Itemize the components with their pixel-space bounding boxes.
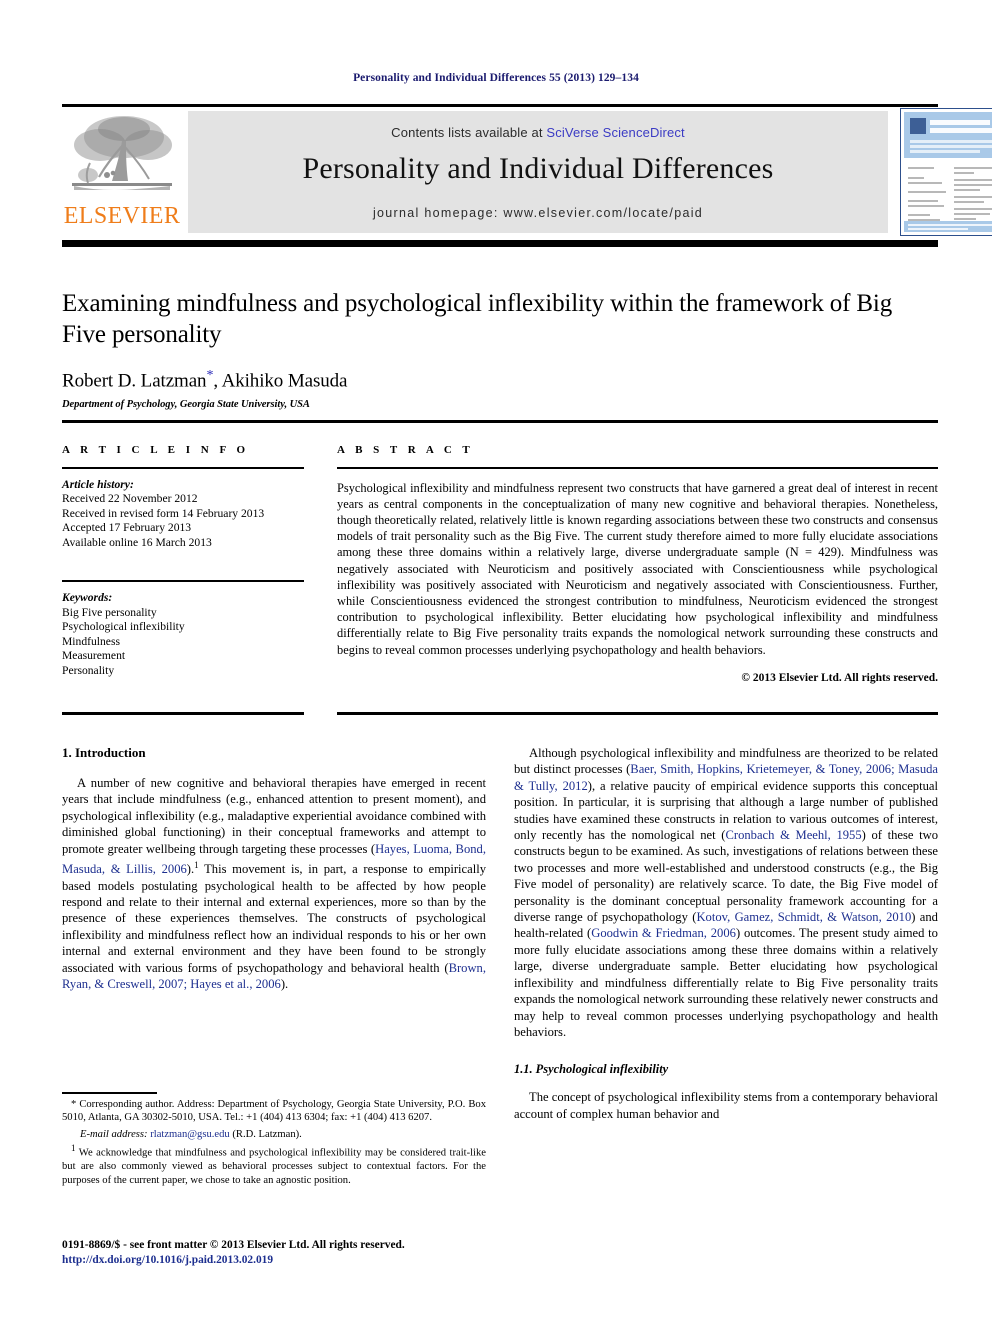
running-head: Personality and Individual Differences 5…	[353, 72, 639, 84]
footnote-1-text: We acknowledge that mindfulness and psyc…	[62, 1147, 486, 1186]
contents-available-line: Contents lists available at SciVerse Sci…	[188, 125, 888, 140]
section-heading-psychological-inflexibility: 1.1. Psychological inflexibility	[514, 1062, 669, 1077]
masthead-bottom-rule	[62, 240, 938, 247]
footnote-separator-rule	[62, 1092, 157, 1094]
citation-cronbach-1955[interactable]: Cronbach & Meehl, 1955	[725, 828, 861, 842]
history-item: Received in revised form 14 February 201…	[62, 506, 265, 520]
body-column-left: 1. Introduction A number of new cognitiv…	[62, 745, 486, 992]
article-history: Article history: Received 22 November 20…	[62, 478, 304, 551]
intro-paragraph-1: A number of new cognitive and behavioral…	[62, 775, 486, 992]
para1-text-d: ).	[280, 977, 289, 992]
corresponding-author-footnote: * Corresponding author. Address: Departm…	[62, 1098, 486, 1125]
cover-header-band	[904, 112, 992, 158]
intro-paragraph-2: Although psychological inflexibility and…	[514, 745, 938, 1040]
footnotes-block: * Corresponding author. Address: Departm…	[62, 1098, 486, 1187]
keyword-item: Personality	[62, 663, 115, 677]
journal-homepage-line[interactable]: journal homepage: www.elsevier.com/locat…	[188, 206, 888, 220]
keywords-rule	[62, 580, 304, 582]
sciencedirect-link[interactable]: SciVerse ScienceDirect	[546, 125, 684, 140]
history-item: Accepted 17 February 2013	[62, 521, 192, 535]
elsevier-logo: ELSEVIER	[62, 111, 182, 233]
journal-title: Personality and Individual Differences	[302, 152, 774, 185]
keywords-list: Keywords: Big Five personality Psycholog…	[62, 591, 304, 679]
journal-masthead: ELSEVIER Contents lists available at Sci…	[62, 104, 992, 236]
title-block: Examining mindfulness and psychological …	[62, 288, 938, 410]
article-info-rule	[62, 467, 304, 469]
cover-contents-area	[904, 161, 992, 232]
keyword-item: Mindfulness	[62, 634, 120, 648]
keyword-item: Measurement	[62, 649, 126, 663]
keyword-item: Psychological inflexibility	[62, 620, 185, 634]
history-item: Received 22 November 2012	[62, 492, 198, 506]
article-history-label: Article history:	[62, 477, 134, 491]
abstract-copyright: © 2013 Elsevier Ltd. All rights reserved…	[741, 671, 938, 684]
contents-prefix: Contents lists available at	[391, 125, 547, 140]
colophon: 0191-8869/$ - see front matter © 2013 El…	[62, 1238, 562, 1267]
corresponding-text: Corresponding author. Address: Departmen…	[62, 1099, 486, 1124]
author-2: , Akihiko Masuda	[213, 370, 348, 392]
email-footnote: E-mail address: rlatzman@gsu.edu (R.D. L…	[62, 1128, 486, 1141]
para1-text-c: This movement is, in part, a response to…	[62, 862, 486, 975]
masthead-top-rule	[62, 104, 938, 107]
keywords-label: Keywords:	[62, 590, 113, 604]
citation-goodwin-2006[interactable]: Goodwin & Friedman, 2006	[591, 926, 736, 940]
article-info-heading: A R T I C L E I N F O	[62, 444, 250, 456]
author-list: Robert D. Latzman*, Akihiko Masuda	[62, 368, 938, 392]
article-info-bottom-rule	[62, 712, 304, 715]
article-info-column: A R T I C L E I N F O Article history: R…	[62, 444, 304, 679]
abstract-bottom-rule	[337, 712, 938, 715]
abstract-text: Psychological inflexibility and mindfuln…	[337, 480, 938, 657]
para2-text-e: ) outcomes. The present study aimed to m…	[514, 926, 938, 1039]
cover-footer-band	[904, 221, 992, 232]
numbered-footnote-1: 1 We acknowledge that mindfulness and ps…	[62, 1142, 486, 1187]
email-link[interactable]: rlatzman@gsu.edu	[150, 1129, 229, 1140]
keyword-item: Big Five personality	[62, 605, 157, 619]
cover-publisher-mark-icon	[910, 118, 926, 134]
info-abstract-top-rule	[62, 420, 938, 423]
journal-cover-thumbnail[interactable]	[900, 108, 992, 236]
body-column-right: Although psychological inflexibility and…	[514, 745, 938, 1122]
history-item: Available online 16 March 2013	[62, 535, 212, 549]
email-suffix: (R.D. Latzman).	[229, 1128, 302, 1140]
doi-link[interactable]: http://dx.doi.org/10.1016/j.paid.2013.02…	[62, 1253, 562, 1268]
author-1: Robert D. Latzman	[62, 370, 207, 392]
journal-band: Contents lists available at SciVerse Sci…	[188, 111, 888, 233]
elsevier-tree-icon	[66, 111, 178, 203]
elsevier-wordmark: ELSEVIER	[63, 203, 181, 229]
abstract-heading: A B S T R A C T	[337, 444, 474, 456]
affiliation: Department of Psychology, Georgia State …	[62, 399, 310, 411]
section-heading-introduction: 1. Introduction	[62, 745, 146, 760]
abstract-rule	[337, 467, 938, 469]
section11-paragraph-1: The concept of psychological inflexibili…	[514, 1090, 938, 1121]
email-label: E-mail address:	[80, 1128, 148, 1140]
citation-kotov-2010[interactable]: Kotov, Gamez, Schmidt, & Watson, 2010	[696, 910, 911, 924]
page-title: Examining mindfulness and psychological …	[62, 290, 893, 348]
issn-front-matter: 0191-8869/$ - see front matter © 2013 El…	[62, 1239, 405, 1251]
paper-page: Personality and Individual Differences 5…	[0, 0, 992, 1323]
abstract-column: A B S T R A C T Psychological inflexibil…	[337, 444, 938, 684]
